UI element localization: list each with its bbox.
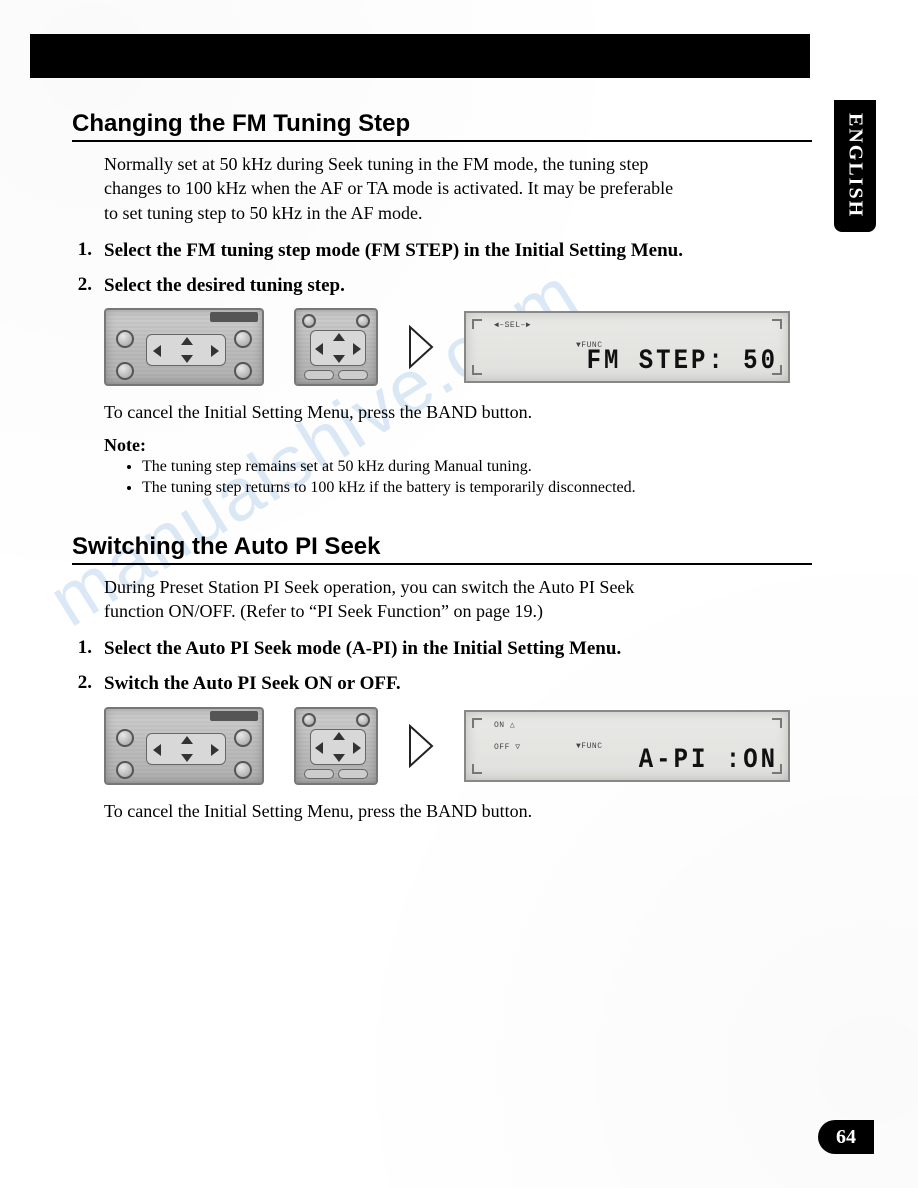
pioneer-logo	[210, 312, 258, 322]
panel-button	[234, 761, 252, 779]
page-number-badge: 64	[818, 1120, 874, 1154]
section1-step-1: 1. Select the FM tuning step mode (FM ST…	[72, 239, 692, 264]
head-unit-panel	[104, 707, 264, 785]
panel-button	[116, 330, 134, 348]
step-text: Select the Auto PI Seek mode (A-PI) in t…	[104, 637, 692, 662]
dpad-cluster	[310, 729, 366, 765]
panel-button	[234, 362, 252, 380]
dpad-up-icon	[333, 333, 345, 341]
section1-cancel-text: To cancel the Initial Setting Menu, pres…	[104, 400, 704, 424]
step-number: 2.	[72, 274, 92, 299]
panel-button-oval	[304, 769, 334, 779]
section2-intro: During Preset Station PI Seek operation,…	[104, 575, 684, 624]
dpad-left-icon	[315, 742, 323, 754]
section1-figure-row: ◄–SEL–► ▼FUNC FM STEP: 50	[104, 308, 812, 386]
section2-figure-row: ON △ OFF ▽ ▼FUNC A-PI :ON	[104, 707, 812, 785]
language-tab-label: ENGLISH	[844, 113, 867, 218]
section2-step-1: 1. Select the Auto PI Seek mode (A-PI) i…	[72, 637, 692, 662]
dpad-left-icon	[153, 744, 161, 756]
remote-panel	[294, 707, 378, 785]
dpad-right-icon	[353, 343, 361, 355]
section1-title: Changing the FM Tuning Step	[72, 110, 812, 138]
dpad-right-icon	[211, 345, 219, 357]
lcd-display: ON △ OFF ▽ ▼FUNC A-PI :ON	[464, 710, 790, 782]
dpad-right-icon	[353, 742, 361, 754]
note-item: The tuning step returns to 100 kHz if th…	[142, 477, 724, 499]
section1-note-label: Note:	[104, 435, 812, 456]
section2-cancel-text: To cancel the Initial Setting Menu, pres…	[104, 799, 704, 823]
step-text: Select the FM tuning step mode (FM STEP)…	[104, 239, 692, 264]
panel-button	[356, 314, 370, 328]
dpad-cluster	[310, 330, 366, 366]
panel-button	[116, 761, 134, 779]
section1-note-list: The tuning step remains set at 50 kHz du…	[124, 456, 724, 499]
step-text: Select the desired tuning step.	[104, 274, 692, 299]
panel-button-oval	[338, 769, 368, 779]
dpad-down-icon	[181, 754, 193, 762]
step-number: 2.	[72, 672, 92, 697]
dpad-left-icon	[153, 345, 161, 357]
pioneer-logo	[210, 711, 258, 721]
page-number: 64	[836, 1126, 856, 1149]
panel-button	[234, 729, 252, 747]
section2-step-2: 2. Switch the Auto PI Seek ON or OFF.	[72, 672, 692, 697]
panel-button	[234, 330, 252, 348]
remote-panel	[294, 308, 378, 386]
panel-button-oval	[338, 370, 368, 380]
section1-intro: Normally set at 50 kHz during Seek tunin…	[104, 152, 684, 225]
note-item: The tuning step remains set at 50 kHz du…	[142, 456, 724, 478]
panel-button	[302, 713, 316, 727]
panel-button	[302, 314, 316, 328]
dpad-down-icon	[333, 754, 345, 762]
dpad-cluster	[146, 733, 226, 765]
arrow-right-icon	[408, 325, 434, 369]
dpad-cluster	[146, 334, 226, 366]
panel-button	[116, 362, 134, 380]
step-number: 1.	[72, 637, 92, 662]
head-unit-panel	[104, 308, 264, 386]
section2-rule	[72, 563, 812, 565]
display-main-text: FM STEP: 50	[576, 346, 778, 377]
panel-button	[116, 729, 134, 747]
step-number: 1.	[72, 239, 92, 264]
lcd-display: ◄–SEL–► ▼FUNC FM STEP: 50	[464, 311, 790, 383]
display-main-text: A-PI :ON	[576, 745, 778, 776]
display-indicator-off: OFF ▽	[494, 742, 521, 752]
dpad-down-icon	[333, 355, 345, 363]
dpad-up-icon	[181, 337, 193, 345]
display-indicator-on: ON △	[494, 720, 515, 730]
section1-step-2: 2. Select the desired tuning step.	[72, 274, 692, 299]
panel-button-oval	[304, 370, 334, 380]
dpad-up-icon	[181, 736, 193, 744]
step-text: Switch the Auto PI Seek ON or OFF.	[104, 672, 692, 697]
section1-rule	[72, 140, 812, 142]
header-black-bar	[30, 34, 810, 78]
dpad-up-icon	[333, 732, 345, 740]
arrow-right-icon	[408, 724, 434, 768]
dpad-left-icon	[315, 343, 323, 355]
panel-button	[356, 713, 370, 727]
dpad-right-icon	[211, 744, 219, 756]
language-tab: ENGLISH	[834, 100, 876, 232]
section2-title: Switching the Auto PI Seek	[72, 533, 812, 561]
display-indicator-sel: ◄–SEL–►	[494, 321, 531, 330]
dpad-down-icon	[181, 355, 193, 363]
